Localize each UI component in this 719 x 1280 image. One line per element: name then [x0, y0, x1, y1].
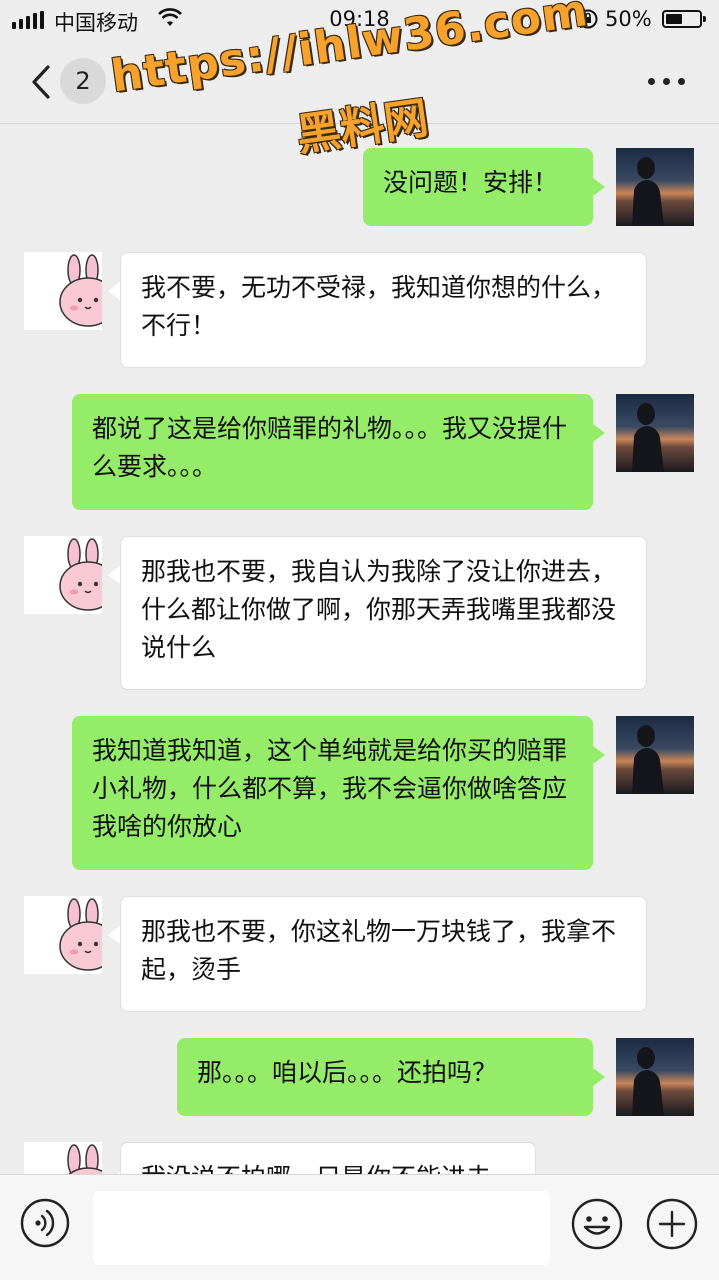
message-bubble[interactable]: 我知道我知道，这个单纯就是给你买的赔罪小礼物，什么都不算，我不会逼你做啥答应我啥…: [72, 716, 593, 870]
contact-avatar[interactable]: [24, 252, 102, 330]
input-bar: [0, 1174, 719, 1280]
message-bubble[interactable]: 我没说不拍哪，只是你不能进去: [120, 1142, 536, 1174]
message-bubble[interactable]: 那我也不要，我自认为我除了没让你进去，什么都让你做了啊，你那天弄我嘴里我都没说什…: [120, 536, 647, 690]
my-avatar[interactable]: [616, 394, 694, 472]
chat-header: 2: [0, 40, 719, 124]
message-bubble[interactable]: 那我也不要，你这礼物一万块钱了，我拿不起，烫手: [120, 896, 647, 1012]
more-icon[interactable]: [648, 78, 685, 85]
my-avatar[interactable]: [616, 1038, 694, 1116]
back-icon[interactable]: [28, 64, 58, 100]
plus-icon[interactable]: [646, 1198, 698, 1250]
contact-avatar[interactable]: [24, 1142, 102, 1174]
message-bubble[interactable]: 没问题！安排！: [363, 148, 593, 226]
message-bubble[interactable]: 我不要，无功不受禄，我知道你想的什么，不行！: [120, 252, 647, 368]
unread-count-badge[interactable]: 2: [60, 58, 106, 104]
battery-percent: 50%: [605, 7, 652, 31]
voice-icon[interactable]: [20, 1198, 70, 1248]
message-input[interactable]: [93, 1191, 550, 1265]
rotation-lock-icon: [576, 7, 600, 36]
battery-icon: [662, 10, 706, 28]
message-bubble[interactable]: 都说了这是给你赔罪的礼物。。。我又没提什么要求。。。: [72, 394, 593, 510]
emoji-icon[interactable]: [571, 1198, 623, 1250]
contact-avatar[interactable]: [24, 536, 102, 614]
status-bar: 中国移动 09:18 50%: [0, 0, 719, 40]
message-bubble[interactable]: 那。。。咱以后。。。还拍吗？: [177, 1038, 593, 1116]
my-avatar[interactable]: [616, 716, 694, 794]
contact-avatar[interactable]: [24, 896, 102, 974]
message-list[interactable]: 没问题！安排！ 我不要，无功不受禄，我知道你想的什么，不行！ 都说了这是给你赔罪…: [0, 124, 719, 1174]
battery-level: [666, 14, 682, 24]
my-avatar[interactable]: [616, 148, 694, 226]
